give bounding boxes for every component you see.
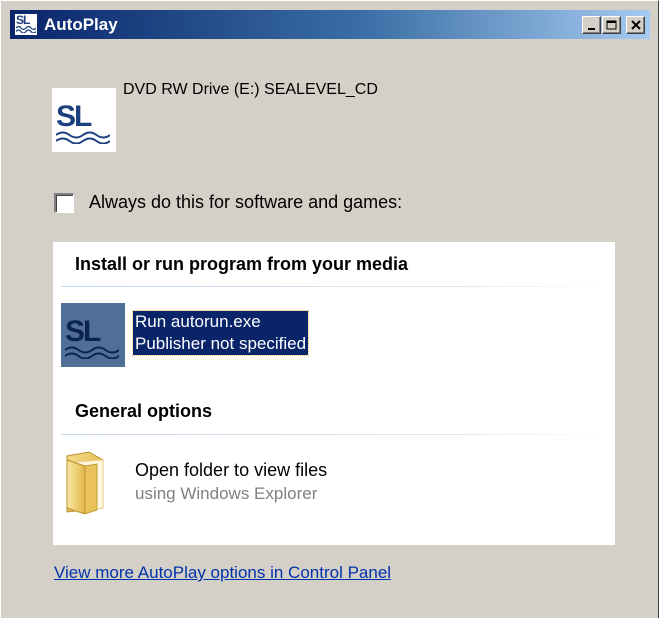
option-subtitle: using Windows Explorer (135, 484, 318, 503)
section-divider (61, 286, 609, 287)
title-bar[interactable]: SL AutoPlay (10, 10, 650, 39)
section-divider (61, 434, 609, 435)
selected-option-text[interactable]: Run autorun.exe Publisher not specified (131, 310, 310, 356)
device-logo-icon: SL (52, 88, 116, 152)
options-panel: Install or run program from your media S… (53, 242, 615, 545)
option-title: Run autorun.exe (135, 312, 261, 331)
always-do-this-label[interactable]: Always do this for software and games: (89, 192, 402, 213)
control-panel-link[interactable]: View more AutoPlay options in Control Pa… (54, 563, 391, 583)
option-subtitle: Publisher not specified (135, 334, 307, 353)
autoplay-window: SL AutoPlay SL DVD RW Drive (E:) SEALEVE… (0, 0, 659, 618)
sealevel-program-icon: SL (61, 303, 125, 367)
section-header-general: General options (75, 401, 213, 421)
program-icon-text: SL (65, 315, 101, 348)
minimize-button[interactable] (582, 16, 601, 34)
sealevel-logo-icon: SL (15, 14, 37, 35)
device-icon-text: SL (56, 100, 92, 133)
folder-icon (66, 451, 104, 514)
section-header-install: Install or run program from your media (75, 254, 409, 274)
maximize-button[interactable] (602, 16, 621, 34)
option-title: Open folder to view files (135, 460, 328, 480)
maximize-icon (606, 20, 617, 30)
always-do-this-checkbox[interactable] (54, 193, 74, 213)
close-icon (631, 20, 641, 30)
minimize-icon (588, 28, 595, 30)
close-button[interactable] (626, 16, 645, 34)
window-title: AutoPlay (44, 15, 118, 34)
device-label: DVD RW Drive (E:) SEALEVEL_CD (123, 81, 378, 98)
